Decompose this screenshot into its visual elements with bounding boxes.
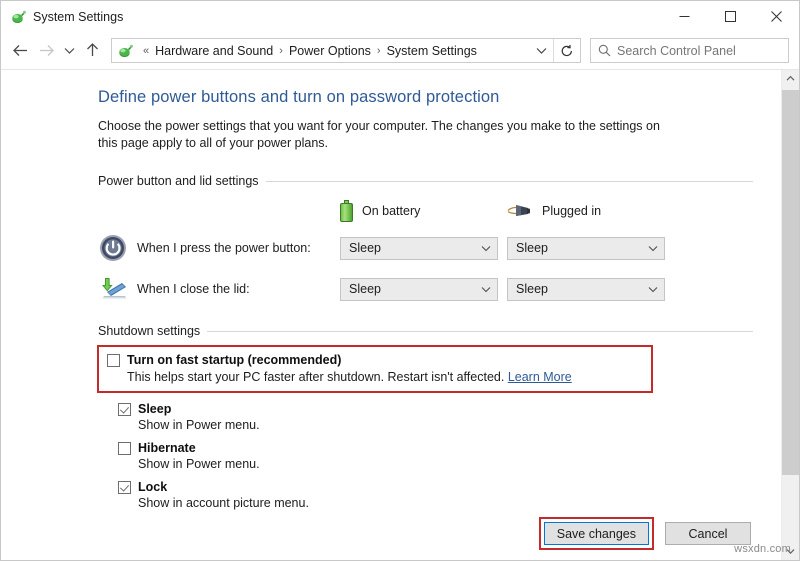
checkbox-hibernate[interactable]	[118, 442, 131, 455]
breadcrumb-item-power-options[interactable]: Power Options	[288, 42, 372, 60]
power-button-icon	[98, 233, 128, 263]
search-input[interactable]: Search Control Panel	[590, 38, 789, 63]
cancel-wrap: Cancel	[665, 522, 751, 545]
combo-close-lid-plugged-in[interactable]: Sleep	[507, 278, 665, 301]
checkbox-label-sleep: Sleep	[138, 402, 171, 416]
scrollbar-track[interactable]	[782, 87, 799, 543]
laptop-lid-icon	[98, 274, 128, 304]
content-area: Define power buttons and turn on passwor…	[1, 69, 799, 560]
minimize-button[interactable]	[661, 1, 707, 32]
column-headers: On battery	[98, 200, 753, 222]
power-group-title: Power button and lid settings	[98, 174, 259, 188]
combo-value: Sleep	[349, 282, 381, 296]
power-group-header: Power button and lid settings	[98, 174, 753, 188]
maximize-button[interactable]	[707, 1, 753, 32]
checkbox-sleep[interactable]	[118, 403, 131, 416]
option-sleep: Sleep Show in Power menu.	[118, 402, 753, 432]
combo-power-button-plugged-in[interactable]: Sleep	[507, 237, 665, 260]
search-placeholder: Search Control Panel	[617, 44, 736, 58]
chevron-down-icon	[648, 286, 658, 293]
combo-value: Sleep	[516, 282, 548, 296]
checkbox-lock[interactable]	[118, 481, 131, 494]
checkbox-label-lock: Lock	[138, 480, 167, 494]
column-plugged-in-label: Plugged in	[542, 204, 601, 218]
title-bar-left: System Settings	[1, 9, 123, 25]
fast-startup-annotation-box: Turn on fast startup (recommended) This …	[97, 345, 653, 393]
chevron-down-icon	[648, 245, 658, 252]
battery-icon	[340, 200, 353, 222]
column-on-battery: On battery	[340, 200, 507, 222]
combo-close-lid-on-battery[interactable]: Sleep	[340, 278, 498, 301]
group-divider	[266, 181, 753, 182]
chevron-down-icon[interactable]	[529, 39, 553, 62]
checkbox-label-hibernate: Hibernate	[138, 441, 196, 455]
setting-label-power-button: When I press the power button:	[137, 241, 340, 255]
checkbox-row-hibernate[interactable]: Hibernate	[118, 441, 753, 455]
window-title: System Settings	[33, 10, 123, 24]
page-description: Choose the power settings that you want …	[98, 118, 670, 152]
combo-power-button-on-battery[interactable]: Sleep	[340, 237, 498, 260]
navigation-bar: « Hardware and Sound › Power Options › S…	[1, 32, 799, 69]
power-plug-icon	[507, 202, 533, 221]
breadcrumb-overflow[interactable]: «	[138, 45, 154, 57]
window-controls	[661, 1, 799, 32]
back-arrow-icon[interactable]	[7, 38, 33, 64]
combo-value: Sleep	[349, 241, 381, 255]
column-plugged-in: Plugged in	[507, 200, 674, 222]
checkbox-label-fast-startup: Turn on fast startup (recommended)	[127, 353, 341, 367]
scroll-up-button[interactable]	[782, 70, 799, 87]
lock-description: Show in account picture menu.	[138, 496, 753, 510]
learn-more-link[interactable]: Learn More	[508, 370, 572, 384]
fast-startup-description: This helps start your PC faster after sh…	[127, 370, 643, 384]
history-chevron-icon[interactable]	[59, 38, 79, 64]
chevron-down-icon	[481, 286, 491, 293]
checkbox-fast-startup[interactable]	[107, 354, 120, 367]
breadcrumb-separator: ›	[372, 45, 386, 57]
watermark: wsxdn.com	[734, 543, 791, 555]
refresh-icon[interactable]	[554, 39, 580, 62]
vertical-scrollbar[interactable]	[781, 70, 799, 560]
fast-startup-description-text: This helps start your PC faster after sh…	[127, 370, 508, 384]
page-title: Define power buttons and turn on passwor…	[98, 88, 753, 107]
control-panel-icon	[10, 9, 26, 25]
breadcrumb-item-hardware-and-sound[interactable]: Hardware and Sound	[154, 42, 274, 60]
column-on-battery-label: On battery	[362, 204, 420, 218]
setting-row-close-lid: When I close the lid: Sleep Sleep	[98, 274, 753, 304]
combo-value: Sleep	[516, 241, 548, 255]
checkbox-row-fast-startup[interactable]: Turn on fast startup (recommended)	[107, 353, 643, 367]
dialog-footer: Save changes Cancel	[539, 517, 751, 550]
setting-row-power-button: When I press the power button: Sleep Sle…	[98, 233, 753, 263]
save-changes-button[interactable]: Save changes	[544, 522, 649, 545]
address-bar[interactable]: « Hardware and Sound › Power Options › S…	[111, 38, 581, 63]
breadcrumb: « Hardware and Sound › Power Options › S…	[138, 42, 529, 60]
hibernate-description: Show in Power menu.	[138, 457, 753, 471]
save-annotation-box: Save changes	[539, 517, 654, 550]
checkbox-row-sleep[interactable]: Sleep	[118, 402, 753, 416]
scrollbar-thumb[interactable]	[782, 90, 799, 475]
shutdown-group-header: Shutdown settings	[98, 324, 753, 338]
system-settings-window: System Settings	[0, 0, 800, 561]
sleep-description: Show in Power menu.	[138, 418, 753, 432]
shutdown-group-title: Shutdown settings	[98, 324, 200, 338]
search-icon	[591, 44, 617, 57]
breadcrumb-control-panel-icon	[117, 43, 133, 59]
option-lock: Lock Show in account picture menu.	[118, 480, 753, 510]
breadcrumb-separator: ›	[274, 45, 288, 57]
forward-arrow-icon[interactable]	[33, 38, 59, 64]
group-divider	[207, 331, 753, 332]
title-bar: System Settings	[1, 1, 799, 32]
checkbox-row-lock[interactable]: Lock	[118, 480, 753, 494]
power-button-lid-group: Power button and lid settings On battery	[98, 174, 753, 304]
breadcrumb-item-system-settings[interactable]: System Settings	[386, 42, 478, 60]
up-arrow-icon[interactable]	[79, 38, 105, 64]
settings-inner: Define power buttons and turn on passwor…	[1, 70, 781, 510]
settings-pane: Define power buttons and turn on passwor…	[1, 70, 781, 560]
close-button[interactable]	[753, 1, 799, 32]
shutdown-settings-group: Shutdown settings Turn on fast startup (…	[98, 324, 753, 510]
cancel-button[interactable]: Cancel	[665, 522, 751, 545]
setting-label-close-lid: When I close the lid:	[137, 282, 340, 296]
option-hibernate: Hibernate Show in Power menu.	[118, 441, 753, 471]
chevron-down-icon	[481, 245, 491, 252]
